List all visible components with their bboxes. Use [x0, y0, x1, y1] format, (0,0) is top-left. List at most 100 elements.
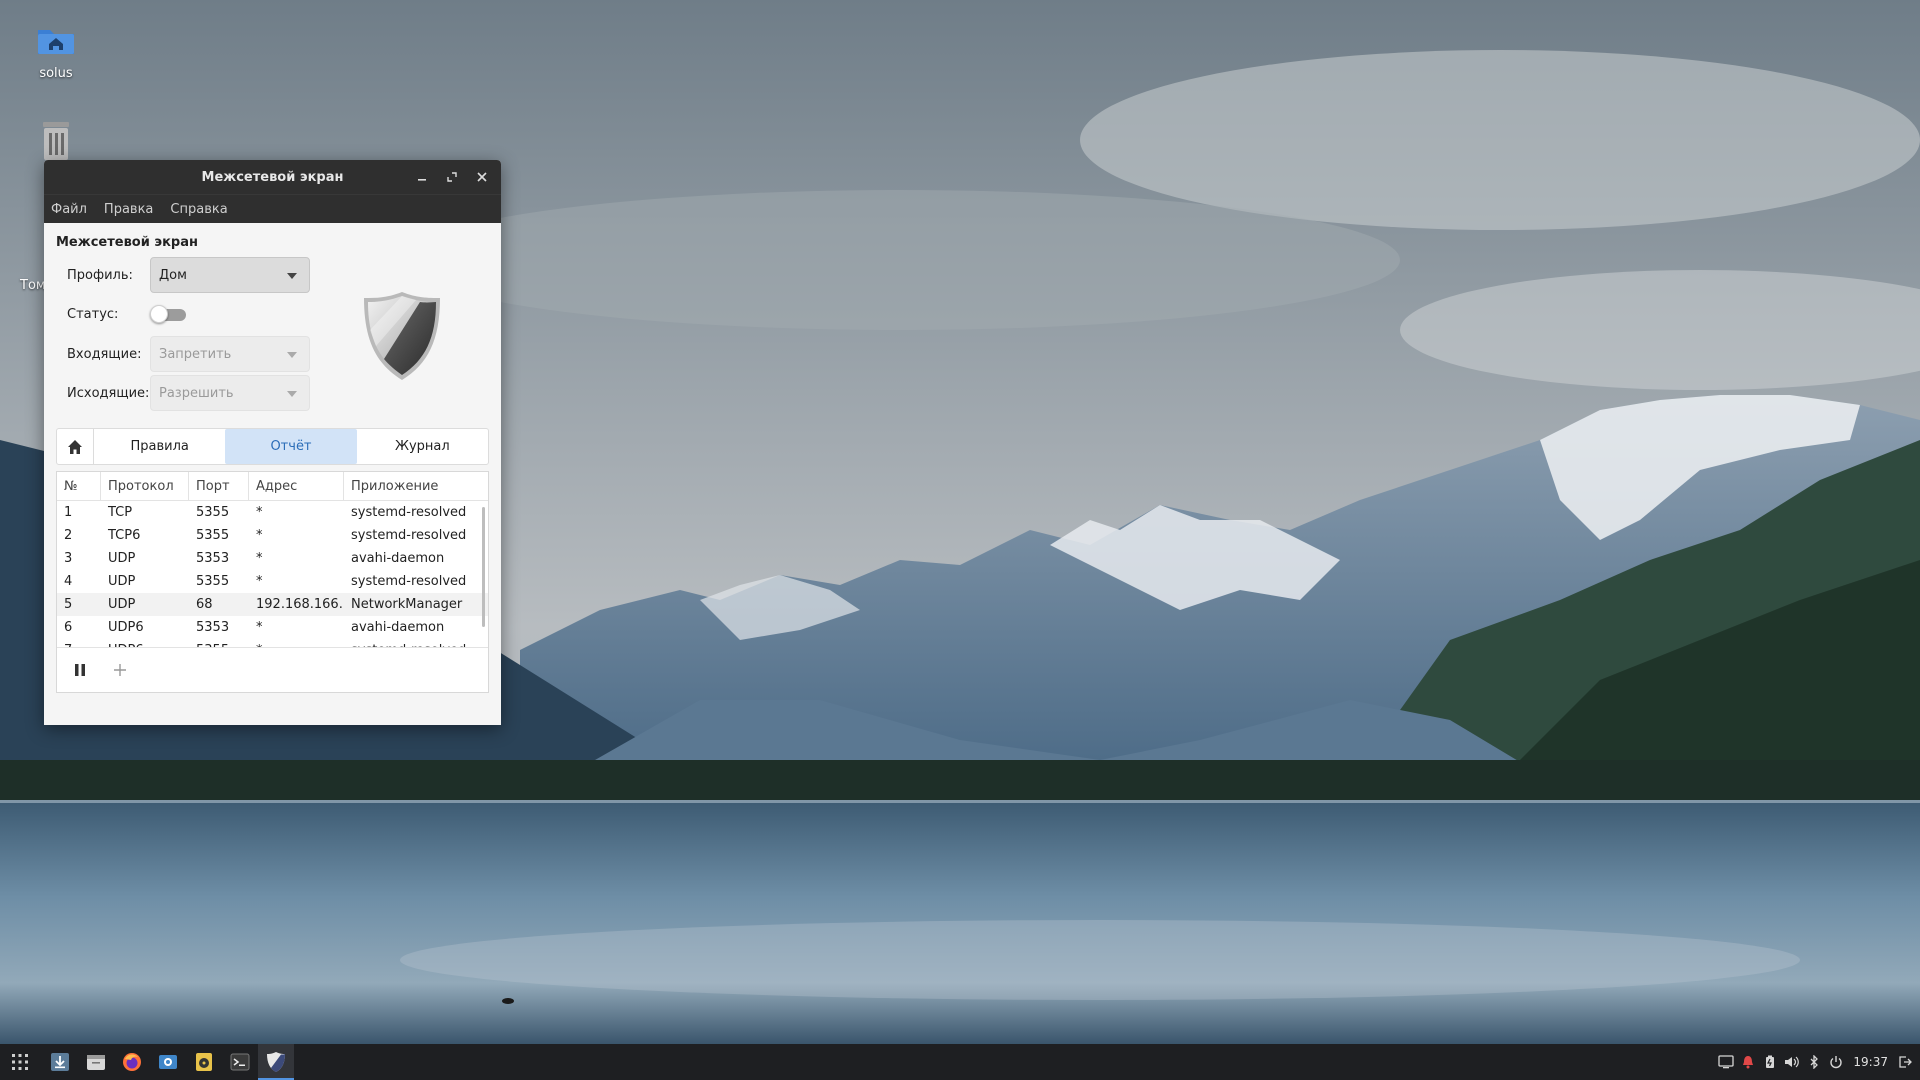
- rhythmbox-icon[interactable]: [186, 1044, 222, 1080]
- table-cell: avahi-daemon: [351, 551, 445, 566]
- table-cell: 3: [64, 551, 73, 566]
- table-cell: 7: [57, 643, 101, 647]
- column-header-address[interactable]: Адрес: [249, 472, 344, 500]
- files-icon[interactable]: [78, 1044, 114, 1080]
- table-cell: TCP6: [108, 528, 141, 543]
- firewall-icon[interactable]: [258, 1044, 294, 1080]
- incoming-value: Запретить: [159, 346, 232, 362]
- outgoing-value: Разрешить: [159, 385, 234, 401]
- logout-icon[interactable]: [1896, 1044, 1914, 1080]
- table-row[interactable]: 2 TCP6 5355 * systemd-resolved: [57, 524, 488, 547]
- status-toggle[interactable]: [150, 305, 188, 323]
- toggle-knob: [150, 305, 168, 323]
- table-cell: systemd-resolved: [344, 643, 484, 647]
- screenshot-icon[interactable]: [150, 1044, 186, 1080]
- table-header: № Протокол Порт Адрес Приложение: [57, 472, 488, 501]
- system-tray: 19:37: [1717, 1044, 1920, 1080]
- table-cell: systemd-resolved: [351, 528, 467, 543]
- table-cell: UDP6: [101, 643, 189, 647]
- power-icon[interactable]: [1827, 1044, 1845, 1080]
- minimize-icon[interactable]: [409, 164, 435, 190]
- column-header-protocol[interactable]: Протокол: [101, 472, 189, 500]
- menu-file[interactable]: Файл: [51, 202, 87, 217]
- tab-rules[interactable]: Правила: [94, 429, 225, 464]
- table-cell: 1: [64, 505, 73, 520]
- add-icon[interactable]: [109, 659, 131, 681]
- menu-edit[interactable]: Правка: [104, 202, 153, 217]
- table-cell: 68: [196, 597, 213, 612]
- desktop-icon-volume[interactable]: Том: [0, 278, 46, 293]
- outgoing-dropdown[interactable]: Разрешить: [150, 375, 310, 411]
- table-cell: UDP6: [108, 620, 144, 635]
- table-cell: 5355: [189, 643, 249, 647]
- table-cell: *: [256, 620, 263, 635]
- table-row[interactable]: 6 UDP6 5353 * avahi-daemon: [57, 616, 488, 639]
- home-folder-icon: [11, 24, 101, 60]
- tab-log-label: Журнал: [394, 439, 450, 454]
- table-cell: NetworkManager: [351, 597, 463, 612]
- table-scrollbar[interactable]: [482, 507, 485, 627]
- table-row[interactable]: 4 UDP 5355 * systemd-resolved: [57, 570, 488, 593]
- battery-icon[interactable]: [1761, 1044, 1779, 1080]
- chevron-down-icon: [287, 391, 297, 397]
- bluetooth-icon[interactable]: [1805, 1044, 1823, 1080]
- table-body: 1 TCP 5355 * systemd-resolved 2 TCP6 5355 * syste…: [57, 501, 488, 647]
- table-cell: systemd-resolved: [351, 505, 467, 520]
- tab-report-label: Отчёт: [270, 439, 312, 454]
- table-row[interactable]: 1 TCP 5355 * systemd-resolved: [57, 501, 488, 524]
- table-cell: *: [256, 551, 263, 566]
- window-title: Межсетевой экран: [201, 169, 344, 185]
- incoming-dropdown[interactable]: Запретить: [150, 336, 310, 372]
- profile-dropdown[interactable]: Дом: [150, 257, 310, 293]
- status-row: Статус:: [67, 296, 149, 332]
- incoming-row: Входящие:: [67, 336, 149, 372]
- window-content: Межсетевой экран Профиль: Дом Статус: Вх…: [44, 223, 501, 725]
- desktop-icon-label: Том: [20, 278, 46, 293]
- table-cell: 192.168.166.16: [256, 597, 344, 612]
- home-icon: [68, 439, 82, 454]
- firewall-shield-icon: [362, 290, 442, 386]
- table-row[interactable]: 5 UDP 68 192.168.166.16 NetworkManager: [57, 593, 488, 616]
- app-grid-icon[interactable]: [2, 1044, 38, 1080]
- desktop-icon-label: solus: [39, 66, 73, 81]
- table-cell: 5355: [196, 505, 230, 520]
- firefox-icon[interactable]: [114, 1044, 150, 1080]
- table-row[interactable]: 7UDP65355*systemd-resolved: [57, 639, 488, 647]
- tab-log[interactable]: Журнал: [357, 429, 488, 464]
- clock[interactable]: 19:37: [1849, 1055, 1892, 1069]
- show-desktop-icon[interactable]: [1717, 1044, 1735, 1080]
- column-header-application[interactable]: Приложение: [344, 472, 484, 500]
- table-cell: UDP: [108, 597, 136, 612]
- firewall-window: Межсетевой экран Файл Правка Справка Меж…: [44, 160, 501, 725]
- downloads-icon[interactable]: [42, 1044, 78, 1080]
- section-title: Межсетевой экран: [56, 235, 198, 250]
- window-titlebar[interactable]: Межсетевой экран: [44, 160, 501, 194]
- tab-rules-label: Правила: [130, 439, 189, 454]
- desktop-icon-home[interactable]: solus: [11, 24, 101, 81]
- table-cell: 5355: [196, 528, 230, 543]
- close-icon[interactable]: [469, 164, 495, 190]
- tab-home[interactable]: [57, 429, 94, 464]
- table-cell: *: [256, 574, 263, 589]
- notification-bell-icon[interactable]: [1739, 1044, 1757, 1080]
- table-cell: 2: [64, 528, 73, 543]
- table-row[interactable]: 3 UDP 5353 * avahi-daemon: [57, 547, 488, 570]
- chevron-down-icon: [287, 273, 297, 279]
- menu-help[interactable]: Справка: [170, 202, 227, 217]
- terminal-icon[interactable]: [222, 1044, 258, 1080]
- table-cell: *: [256, 505, 263, 520]
- column-header-port[interactable]: Порт: [189, 472, 249, 500]
- table-cell: 5353: [196, 551, 230, 566]
- maximize-icon[interactable]: [439, 164, 465, 190]
- table-cell: 6: [64, 620, 73, 635]
- column-header-number[interactable]: №: [57, 472, 101, 500]
- table-cell: TCP: [108, 505, 133, 520]
- table-cell: UDP: [108, 551, 136, 566]
- table-cell: *: [256, 528, 263, 543]
- pause-icon[interactable]: [69, 659, 91, 681]
- volume-icon[interactable]: [1783, 1044, 1801, 1080]
- incoming-label: Входящие:: [67, 346, 142, 362]
- table-cell: systemd-resolved: [351, 574, 467, 589]
- tab-report[interactable]: Отчёт: [225, 429, 357, 464]
- status-label: Статус:: [67, 306, 119, 322]
